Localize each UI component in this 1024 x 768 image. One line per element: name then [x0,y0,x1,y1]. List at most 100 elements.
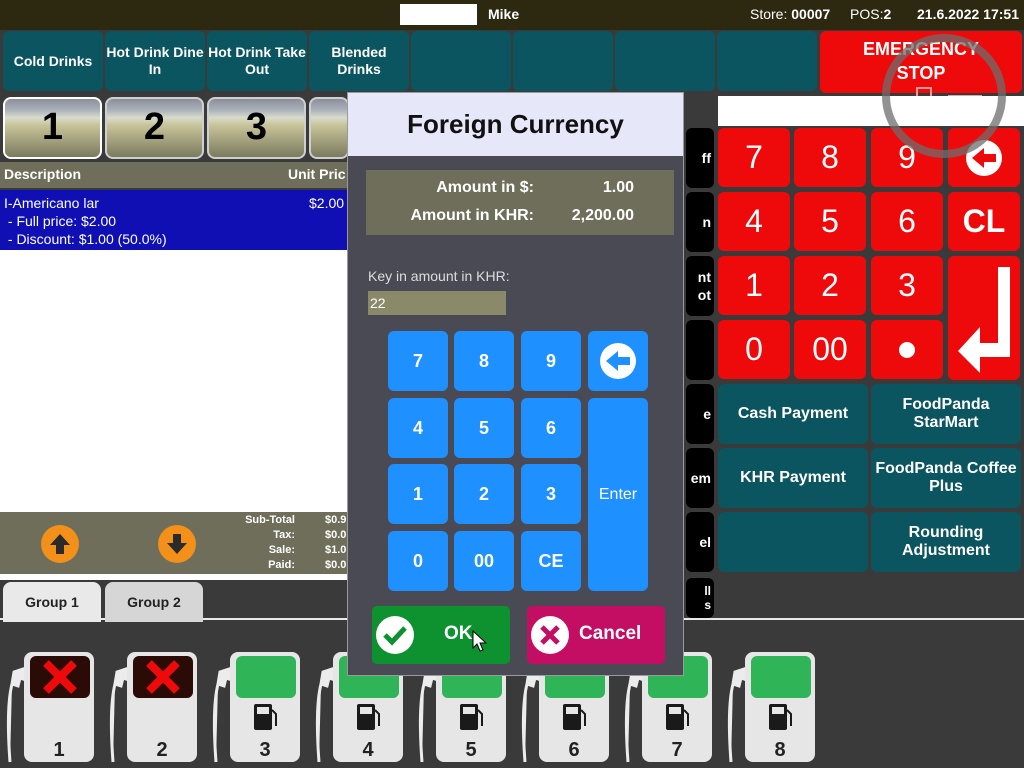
key-4[interactable]: 4 [718,192,790,251]
key-1[interactable]: 1 [718,256,790,315]
side-button-1[interactable]: ff [686,128,714,188]
key-3[interactable]: 3 [871,256,943,315]
key-7[interactable]: 7 [718,128,790,187]
khr-payment-button[interactable]: KHR Payment [718,448,868,508]
side-button-5[interactable]: e [686,384,714,444]
pump-status-ready [751,656,811,698]
amount-khr-label: Amount in KHR: [410,207,534,224]
arrow-up-icon [50,534,70,554]
side-button-8[interactable]: ll s [686,578,714,618]
pump-number: 6 [568,739,580,761]
top-bar: Mike Store: 00007 POS:2 21.6.2022 17:51 [0,0,1024,30]
category-hot-drink-dine-in[interactable]: Hot Drink Dine In [105,31,205,91]
pump-1[interactable]: 1 [24,652,94,762]
dialog-key-backspace[interactable] [588,331,648,391]
x-icon [43,660,77,694]
check-icon [376,616,414,654]
pump-number: 5 [465,739,477,761]
fuel-pump-icon [254,704,277,730]
tab-group-2[interactable]: Group 2 [105,582,203,622]
rounding-adjustment-button[interactable]: Rounding Adjustment [871,512,1021,572]
pump-3[interactable]: 3 [230,652,300,762]
subtotal-label: Sub-Total [245,514,295,526]
category-hot-drink-take-out[interactable]: Hot Drink Take Out [207,31,307,91]
pump-number: 4 [362,739,374,761]
category-empty-4[interactable] [717,31,817,91]
key-enter[interactable] [948,256,1020,380]
dialog-key-6[interactable]: 6 [521,398,581,458]
dialog-key-5[interactable]: 5 [454,398,514,458]
touch-indicator-ring [882,34,1006,158]
khr-amount-input[interactable] [368,291,506,315]
tax-value: $0.0 [325,529,347,541]
category-empty-3[interactable] [615,31,715,91]
fuel-pump-icon [769,704,792,730]
side-button-4[interactable] [686,320,714,380]
side-button-3[interactable]: nt ot [686,256,714,316]
key-6[interactable]: 6 [871,192,943,251]
col-unit-price: Unit Pric [288,166,346,182]
scroll-down-button[interactable] [158,525,196,563]
foreign-currency-dialog: Foreign Currency Amount in $: 1.00 Amoun… [347,92,684,676]
order-tab-1[interactable]: 1 [3,97,102,159]
mouse-cursor-icon [472,630,488,652]
item-discount: - Discount: $1.00 (50.0%) [4,231,167,247]
amounts-panel: Amount in $: 1.00 Amount in KHR: 2,200.0… [366,170,674,235]
key-00[interactable]: 00 [794,320,866,379]
pump-status-error [30,656,90,698]
ok-button[interactable]: OK [372,606,510,664]
scroll-up-button[interactable] [41,525,79,563]
order-list[interactable]: I-Americano lar $2.00 - Full price: $2.0… [0,190,348,512]
dialog-enter-button[interactable]: Enter [588,398,648,591]
divider [0,574,348,580]
cancel-button[interactable]: Cancel [527,606,665,664]
dialog-key-2[interactable]: 2 [454,464,514,524]
dialog-key-9[interactable]: 9 [521,331,581,391]
key-decimal[interactable] [871,320,943,379]
key-5[interactable]: 5 [794,192,866,251]
pump-8[interactable]: 8 [745,652,815,762]
key-2[interactable]: 2 [794,256,866,315]
pump-status-error [133,656,193,698]
dialog-key-0[interactable]: 0 [388,531,448,591]
dialog-key-1[interactable]: 1 [388,464,448,524]
tab-group-1[interactable]: Group 1 [3,582,101,622]
col-description: Description [4,166,82,182]
category-cold-drinks[interactable]: Cold Drinks [3,31,103,91]
ok-label: OK [444,623,473,644]
side-button-6[interactable]: em [686,448,714,508]
payment-empty-button[interactable] [718,512,868,572]
pump-2[interactable]: 2 [127,652,197,762]
pos-info: POS:2 [850,6,892,22]
pump-status-ready [236,656,296,698]
fuel-pump-icon [666,704,689,730]
key-8[interactable]: 8 [794,128,866,187]
dialog-key-00[interactable]: 00 [454,531,514,591]
order-tab-3[interactable]: 3 [207,97,306,159]
side-button-7[interactable]: el [686,512,714,572]
order-tab-4[interactable] [309,97,349,159]
item-price: $2.00 [309,195,345,211]
dialog-key-7[interactable]: 7 [388,331,448,391]
fuel-pump-icon [357,704,380,730]
sale-label: Sale: [268,544,295,556]
foodpanda-coffee-plus-button[interactable]: FoodPanda Coffee Plus [871,448,1021,508]
dialog-key-4[interactable]: 4 [388,398,448,458]
category-blended-drinks[interactable]: Blended Drinks [309,31,409,91]
cash-payment-button[interactable]: Cash Payment [718,384,868,444]
key-clear[interactable]: CL [948,192,1020,251]
user-box [400,4,477,25]
dialog-key-ce[interactable]: CE [521,531,581,591]
item-name: I-Americano lar [4,195,99,211]
amount-usd-value: 1.00 [602,179,634,196]
dialog-key-3[interactable]: 3 [521,464,581,524]
datetime: 21.6.2022 17:51 [917,6,1019,22]
category-empty-1[interactable] [411,31,511,91]
dialog-key-8[interactable]: 8 [454,331,514,391]
key-0[interactable]: 0 [718,320,790,379]
category-empty-2[interactable] [513,31,613,91]
order-item-row[interactable]: I-Americano lar $2.00 - Full price: $2.0… [0,190,348,250]
order-tab-2[interactable]: 2 [105,97,204,159]
foodpanda-starmart-button[interactable]: FoodPanda StarMart [871,384,1021,444]
side-button-2[interactable]: n [686,192,714,252]
